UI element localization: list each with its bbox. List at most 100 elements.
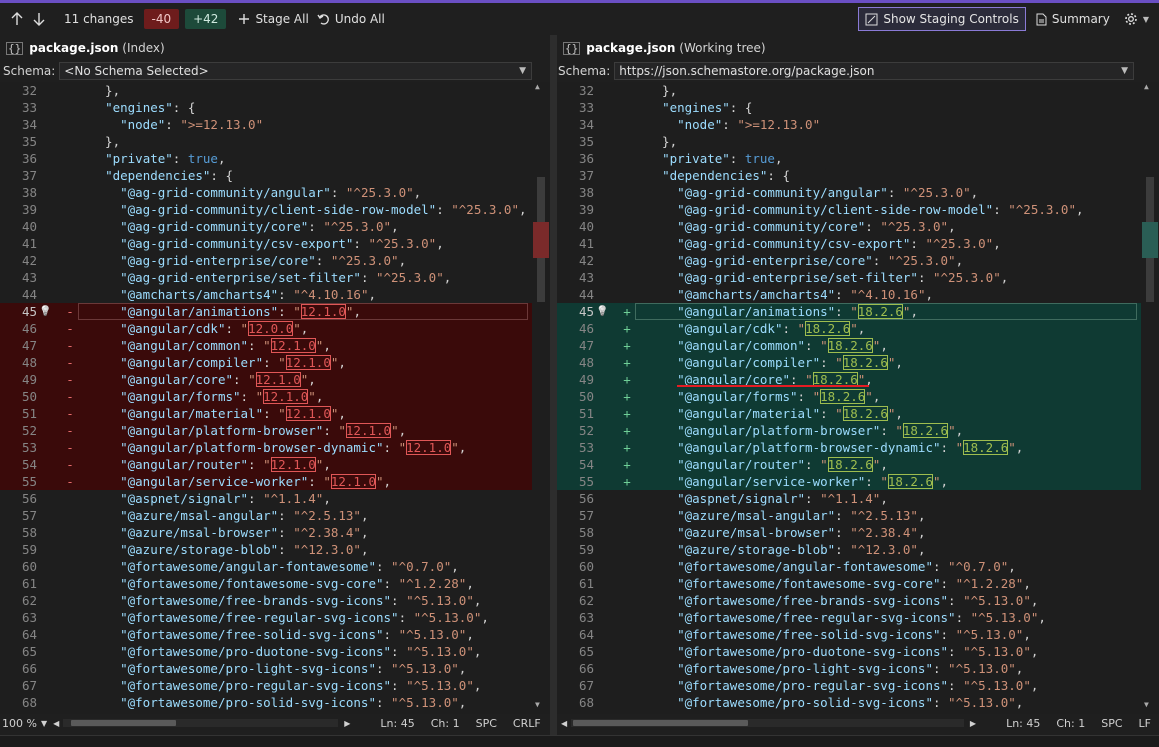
json-key: "@azure/storage-blob" — [120, 542, 279, 557]
stage-all-button[interactable]: Stage All — [234, 7, 312, 31]
left-horizontal-scrollbar[interactable] — [63, 719, 339, 727]
punctuation: : — [263, 406, 279, 421]
next-change-button[interactable] — [28, 7, 50, 31]
added-line-marker: + — [623, 321, 631, 336]
punctuation: }, — [90, 83, 121, 98]
line-code: "private": true, — [647, 150, 782, 167]
scrollbar-down-arrow[interactable]: ▼ — [1144, 700, 1149, 709]
line-number: 38 — [21, 185, 37, 200]
lightbulb-icon[interactable]: 💡 — [39, 303, 51, 320]
zoom-dropdown-icon[interactable]: ▼ — [41, 719, 47, 728]
punctuation: , — [880, 491, 888, 506]
left-schema-select[interactable]: <No Schema Selected> ▼ — [59, 61, 532, 80]
line-number: 55 — [578, 474, 594, 489]
undo-all-button[interactable]: Undo All — [313, 7, 389, 31]
right-horizontal-scrollbar[interactable] — [571, 719, 964, 727]
vertical-scrollbar[interactable]: ▲ ▼ — [1142, 82, 1158, 714]
json-string: "12.1.0" — [398, 440, 459, 455]
line-code: "@azure/storage-blob": "^12.3.0", — [647, 541, 925, 558]
punctuation: : — [248, 491, 264, 506]
scrollbar-down-arrow[interactable]: ▼ — [535, 700, 540, 709]
right-eol-indicator[interactable]: LF — [1131, 717, 1159, 730]
line-code: "@fortawesome/pro-solid-svg-icons": "^5.… — [647, 694, 1023, 711]
line-code: "@amcharts/amcharts4": "^4.10.16", — [647, 286, 933, 303]
lightbulb-icon[interactable]: 💡 — [596, 303, 608, 320]
json-boolean: true — [187, 151, 218, 166]
zoom-level[interactable]: 100 % — [0, 717, 41, 730]
code-line: 65 "@fortawesome/pro-duotone-svg-icons":… — [0, 643, 532, 660]
json-file-icon: {} — [6, 41, 24, 55]
punctuation: , — [473, 678, 482, 693]
code-line: 58 "@azure/msal-browser": "^2.38.4", — [0, 524, 532, 541]
line-code: "engines": { — [647, 99, 752, 116]
code-line: 34 "node": ">=12.13.0" — [557, 116, 1141, 133]
json-key: "node" — [677, 117, 723, 132]
removed-line-marker: - — [66, 338, 74, 353]
line-number: 65 — [21, 644, 37, 659]
settings-button[interactable]: ▼ — [1120, 7, 1153, 31]
left-editor[interactable]: 32 }, 33 "engines": {34 "node": ">=12.13.… — [0, 82, 550, 714]
json-string: "^5.13.0" — [413, 610, 482, 625]
line-code: "@fortawesome/pro-regular-svg-icons": "^… — [90, 677, 481, 694]
scroll-right-icon[interactable]: ▶ — [344, 719, 350, 728]
line-number: 68 — [21, 695, 37, 710]
code-line: 63 "@fortawesome/free-regular-svg-icons"… — [557, 609, 1141, 626]
json-string: "^5.13.0" — [963, 644, 1031, 659]
vertical-scrollbar[interactable]: ▲ ▼ — [533, 82, 549, 714]
left-whitespace-indicator[interactable]: SPC — [468, 717, 505, 730]
punctuation: : — [932, 661, 949, 676]
changed-version: 12.1.0 — [270, 457, 316, 472]
line-code: "@ag-grid-enterprise/core": "^25.3.0", — [90, 252, 406, 269]
json-key: "@fortawesome/free-solid-svg-icons" — [677, 627, 941, 642]
punctuation: , — [917, 525, 926, 540]
json-string: "^1.2.28" — [955, 576, 1024, 591]
changed-version: 18.2.6 — [827, 457, 873, 472]
left-eol-indicator[interactable]: CRLF — [505, 717, 549, 730]
json-string: "^25.3.0" — [376, 270, 444, 285]
right-pane-header: {} package.json (Working tree) — [557, 37, 1159, 59]
scrollbar-up-arrow[interactable]: ▲ — [535, 82, 540, 91]
line-number: 45 — [578, 304, 594, 319]
right-whitespace-indicator[interactable]: SPC — [1093, 717, 1130, 730]
right-schema-select[interactable]: https://json.schemastore.org/package.jso… — [614, 61, 1134, 80]
line-number: 68 — [578, 695, 594, 710]
code-line: 63 "@fortawesome/free-regular-svg-icons"… — [0, 609, 532, 626]
json-string: "^25.3.0" — [345, 185, 414, 200]
punctuation: : — [315, 253, 331, 268]
line-number: 64 — [578, 627, 594, 642]
scrollbar-up-arrow[interactable]: ▲ — [1144, 82, 1149, 91]
punctuation: : — [940, 440, 956, 455]
show-staging-controls-button[interactable]: Show Staging Controls — [858, 7, 1026, 31]
summary-button[interactable]: Summary — [1032, 7, 1114, 31]
json-string: "12.1.0" — [278, 355, 339, 370]
line-number: 66 — [21, 661, 37, 676]
punctuation: , — [880, 457, 888, 472]
punctuation: : — [233, 372, 249, 387]
punctuation: , — [391, 219, 399, 234]
right-editor[interactable]: 32 }, 33 "engines": {34 "node": ">=12.13.… — [557, 82, 1159, 714]
previous-change-button[interactable] — [6, 7, 28, 31]
punctuation: : — [360, 270, 376, 285]
json-key: "@angular/router" — [677, 457, 806, 472]
pane-divider[interactable] — [550, 35, 557, 735]
punctuation: , — [458, 440, 467, 455]
json-key: "dependencies" — [662, 168, 768, 183]
json-string: "^25.3.0" — [925, 236, 994, 251]
removed-count-badge: -40 — [143, 9, 180, 29]
json-string: "^5.13.0" — [948, 695, 1016, 710]
scroll-left-icon[interactable]: ◀ — [53, 719, 59, 728]
line-number: 41 — [21, 236, 37, 251]
line-code: "@fortawesome/pro-regular-svg-icons": "^… — [647, 677, 1038, 694]
scroll-left-icon[interactable]: ◀ — [561, 719, 567, 728]
scroll-right-icon[interactable]: ▶ — [970, 719, 976, 728]
json-key: "@azure/storage-blob" — [677, 542, 836, 557]
code-line: 38 "@ag-grid-community/angular": "^25.3.… — [0, 184, 532, 201]
line-code: "@fortawesome/fontawesome-svg-core": "^1… — [647, 575, 1031, 592]
json-key: "@angular/service-worker" — [677, 474, 866, 489]
